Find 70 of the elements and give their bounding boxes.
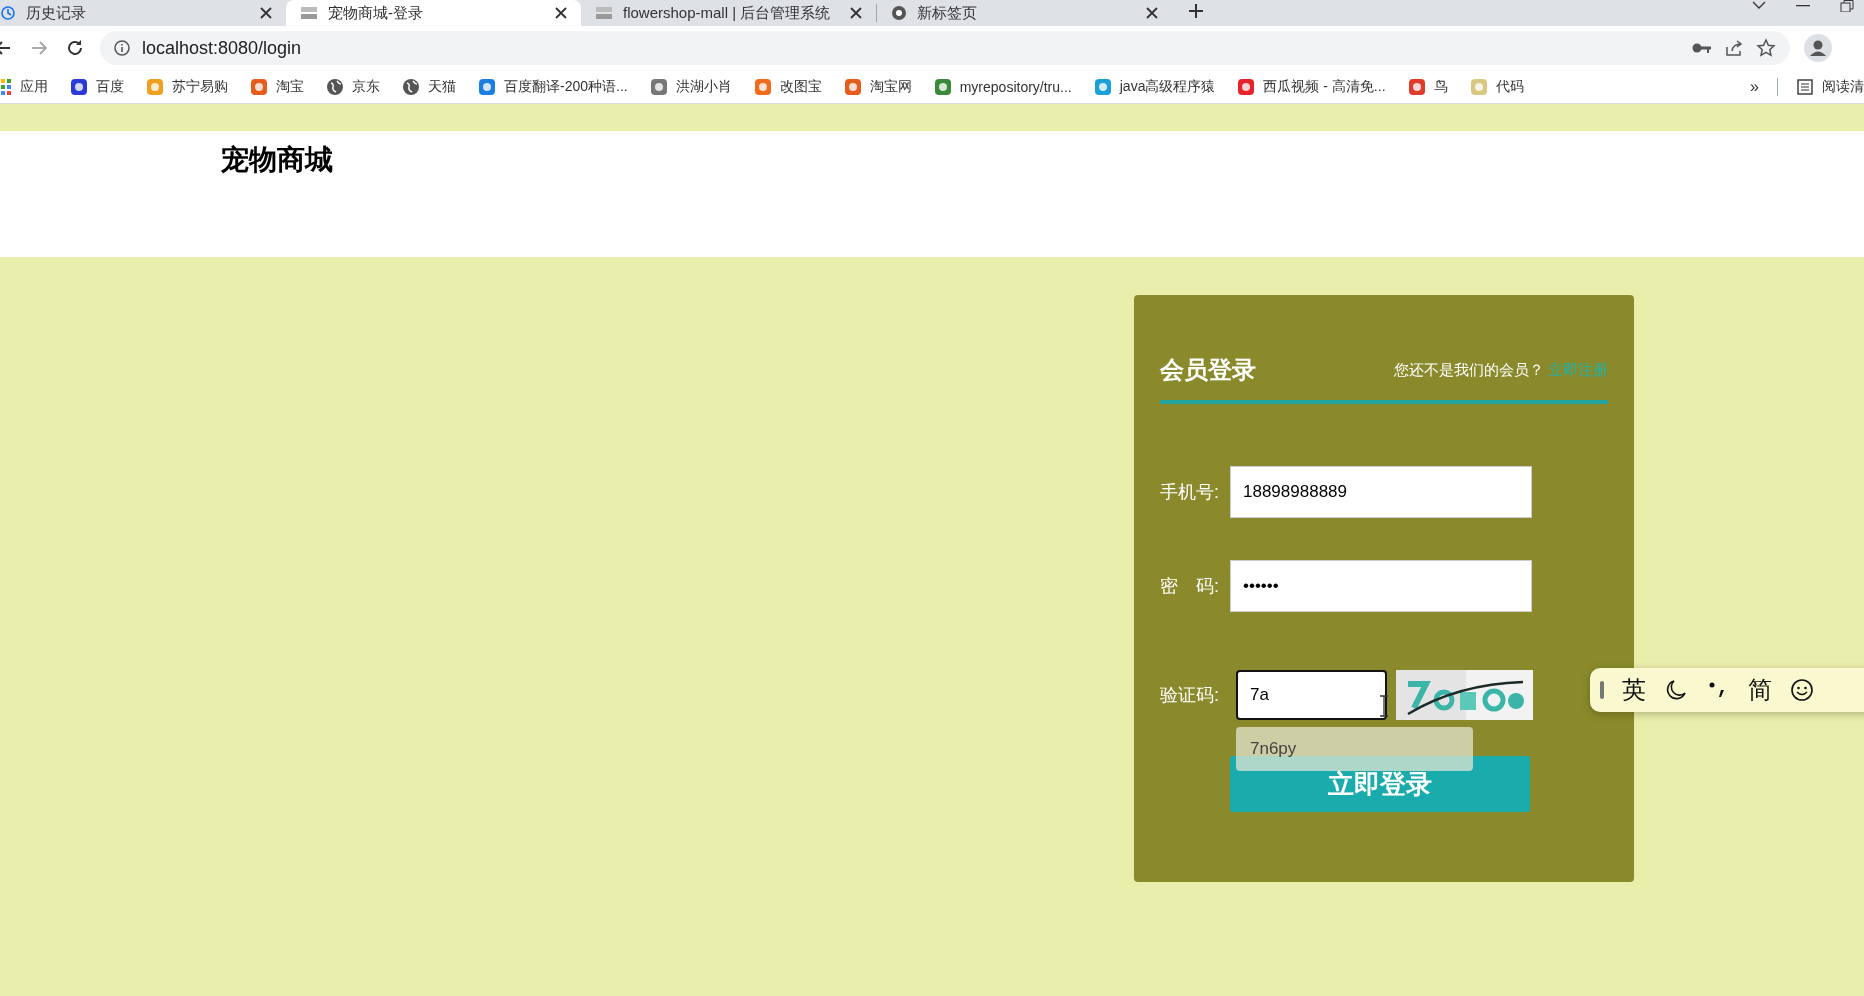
field-label: 密 码: bbox=[1160, 575, 1220, 598]
browser-tab[interactable]: 历史记录 bbox=[0, 0, 286, 26]
globe-icon bbox=[326, 77, 344, 96]
restore-icon[interactable] bbox=[1840, 0, 1854, 12]
chevron-down-icon[interactable] bbox=[1752, 1, 1766, 11]
site-icon bbox=[478, 77, 496, 96]
moon-icon[interactable] bbox=[1664, 678, 1688, 702]
favicon-icon bbox=[300, 6, 318, 20]
new-tab-icon[interactable] bbox=[1188, 2, 1204, 19]
login-title: 会员登录 bbox=[1160, 355, 1256, 385]
close-icon[interactable] bbox=[555, 7, 567, 19]
more-bookmarks[interactable]: » bbox=[1750, 77, 1759, 96]
bookmark[interactable]: 改图宝 bbox=[753, 77, 822, 96]
info-icon[interactable] bbox=[114, 40, 130, 56]
input-field[interactable]: 18898988889 bbox=[1230, 466, 1532, 518]
share-icon[interactable] bbox=[1724, 38, 1744, 58]
browser-tab[interactable]: 宠物商城-登录 bbox=[286, 0, 581, 26]
bookmark[interactable]: 淘宝 bbox=[250, 77, 304, 96]
site-title: 宠物商城 bbox=[221, 143, 333, 177]
field-label: 验证码: bbox=[1160, 684, 1220, 707]
list-icon bbox=[1796, 77, 1814, 96]
site-icon bbox=[1093, 77, 1112, 96]
close-icon[interactable] bbox=[260, 7, 272, 19]
bookmark[interactable]: 百度翻译-200种语... bbox=[478, 77, 628, 96]
bookmark[interactable]: 天猫 bbox=[402, 77, 456, 96]
browser-tab[interactable]: 新标签页 bbox=[877, 0, 1172, 26]
chrome-icon bbox=[891, 5, 907, 21]
address-bar[interactable]: localhost:8080/login bbox=[100, 31, 1790, 65]
ime-toggle[interactable]: 简 bbox=[1748, 674, 1772, 706]
site-icon bbox=[1237, 77, 1256, 96]
autocomplete-menu[interactable]: 7n6py bbox=[1236, 727, 1473, 771]
star-icon[interactable] bbox=[1756, 38, 1776, 58]
bookmark[interactable]: 京东 bbox=[326, 77, 380, 96]
input-field[interactable]: •••••• bbox=[1230, 560, 1532, 612]
site-icon bbox=[1469, 77, 1488, 96]
site-icon bbox=[753, 77, 772, 96]
reading-list[interactable]: 阅读清 bbox=[1796, 77, 1864, 96]
site-icon bbox=[933, 77, 952, 96]
site-icon bbox=[649, 77, 668, 96]
text-cursor-icon bbox=[1379, 695, 1389, 717]
bookmark[interactable]: myrepository/tru... bbox=[933, 77, 1072, 96]
bookmark[interactable]: 鸟 bbox=[1407, 77, 1448, 96]
register-prompt: 您还不是我们的会员？ bbox=[1394, 360, 1544, 378]
key-icon[interactable] bbox=[1692, 41, 1712, 55]
bookmark[interactable]: 百度 bbox=[70, 77, 124, 96]
site-icon bbox=[146, 77, 164, 96]
site-icon bbox=[843, 77, 862, 96]
bookmark[interactable]: 洪湖小肖 bbox=[649, 77, 732, 96]
ime-toggle[interactable]: 英 bbox=[1622, 674, 1646, 706]
bookmark[interactable]: 苏宁易购 bbox=[146, 77, 228, 96]
profile-icon[interactable] bbox=[1804, 34, 1832, 62]
bookmark[interactable]: 代码 bbox=[1469, 77, 1524, 96]
favicon-icon bbox=[595, 6, 613, 20]
field-label: 手机号: bbox=[1160, 481, 1220, 504]
history-icon bbox=[0, 5, 16, 21]
bookmark[interactable]: java高级程序猿 bbox=[1093, 77, 1216, 96]
close-icon[interactable] bbox=[1146, 7, 1158, 19]
globe-icon bbox=[402, 77, 420, 96]
bookmark[interactable]: 淘宝网 bbox=[843, 77, 912, 96]
bookmark[interactable]: 西瓜视频 - 高清免... bbox=[1237, 77, 1386, 96]
close-icon[interactable] bbox=[850, 7, 862, 19]
smiley-icon[interactable] bbox=[1790, 678, 1814, 702]
bookmark[interactable]: 应用 bbox=[0, 77, 48, 96]
browser-tab[interactable]: flowershop-mall | 后台管理系统 bbox=[581, 0, 876, 26]
site-icon bbox=[1407, 77, 1426, 96]
site-icon bbox=[250, 77, 268, 96]
captcha-field[interactable]: 7a bbox=[1236, 670, 1387, 720]
site-icon bbox=[70, 77, 88, 96]
apps-grid-icon bbox=[0, 77, 12, 96]
minimize-icon[interactable] bbox=[1796, 5, 1810, 7]
